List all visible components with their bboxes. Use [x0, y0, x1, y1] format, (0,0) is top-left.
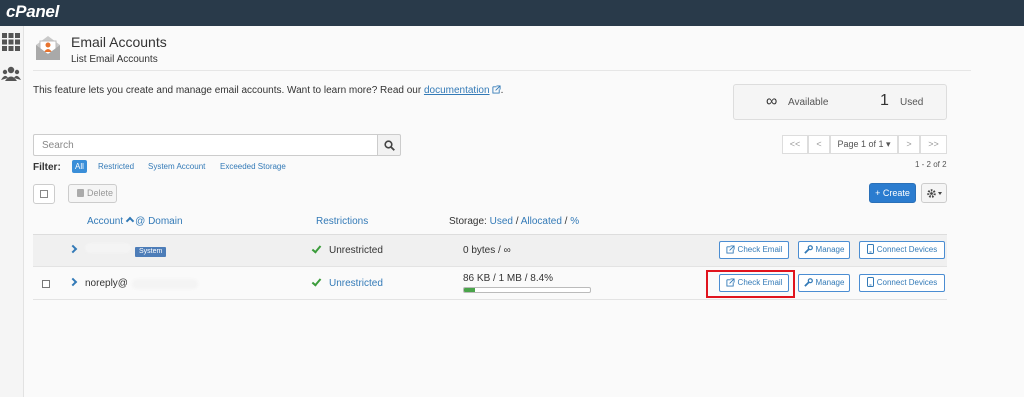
- storage-progress-bar: [463, 287, 591, 293]
- mobile-icon: [866, 244, 874, 254]
- connect-devices-button[interactable]: Connect Devices: [859, 274, 945, 292]
- domain-header-label: @ Domain: [135, 216, 183, 227]
- account-column-header[interactable]: Account @ Domain: [87, 216, 183, 227]
- trash-icon: [77, 189, 84, 197]
- search-button[interactable]: [377, 134, 401, 156]
- results-count: 1 - 2 of 2: [915, 160, 947, 169]
- expand-row-icon[interactable]: [68, 277, 78, 287]
- storage-usage: 86 KB / 1 MB / 8.4%: [463, 273, 554, 284]
- manage-label: Manage: [815, 245, 845, 254]
- cpanel-logo[interactable]: cPanel: [6, 2, 59, 22]
- select-all-checkbox[interactable]: [33, 184, 55, 204]
- first-page-button[interactable]: <<: [782, 135, 808, 154]
- connect-devices-label: Connect Devices: [876, 245, 938, 254]
- prev-page-button[interactable]: <: [808, 135, 830, 154]
- account-header-label: Account: [87, 216, 124, 227]
- last-page-button[interactable]: >>: [920, 135, 947, 154]
- unrestricted-check-icon: [311, 243, 322, 254]
- connect-devices-button[interactable]: Connect Devices: [859, 241, 945, 259]
- grid-icon[interactable]: [1, 32, 21, 52]
- delete-label: Delete: [87, 188, 114, 198]
- storage-header-label: Storage:: [449, 216, 487, 227]
- intro-suffix: .: [500, 85, 504, 96]
- mobile-icon: [866, 277, 874, 287]
- used-label: Used: [900, 97, 924, 108]
- account-name: noreply@: [85, 278, 128, 289]
- page-title: Email Accounts: [71, 34, 167, 50]
- sort-ascending-icon: [125, 216, 135, 226]
- sort-used-link[interactable]: Used: [490, 216, 513, 227]
- search-input[interactable]: [33, 134, 378, 156]
- restrictions-column-header[interactable]: Restrictions: [316, 216, 368, 227]
- available-label: Available: [788, 97, 829, 108]
- documentation-link[interactable]: documentation: [424, 85, 490, 96]
- restriction-status[interactable]: Unrestricted: [329, 278, 383, 289]
- sidebar: [0, 26, 24, 397]
- email-accounts-icon: [36, 36, 60, 60]
- main-content: Email Accounts List Email Accounts This …: [25, 26, 1024, 397]
- checkbox-box: [40, 190, 48, 198]
- sort-allocated-link[interactable]: Allocated: [521, 216, 562, 227]
- highlight-box: [706, 270, 795, 298]
- filter-restricted[interactable]: Restricted: [98, 162, 134, 171]
- filter-exceeded-storage[interactable]: Exceeded Storage: [220, 162, 286, 171]
- page-select[interactable]: Page 1 of 1 ▾: [830, 135, 898, 154]
- connect-devices-label: Connect Devices: [876, 278, 938, 287]
- header-separator: /: [515, 216, 519, 227]
- manage-button[interactable]: Manage: [798, 241, 850, 259]
- wrench-icon: [803, 278, 813, 287]
- manage-button[interactable]: Manage: [798, 274, 850, 292]
- top-bar: cPanel: [0, 0, 1024, 26]
- delete-button[interactable]: Delete: [68, 184, 117, 203]
- storage-usage: 0 bytes / ∞: [463, 245, 511, 256]
- redacted-account: [85, 243, 131, 253]
- available-count: ∞: [766, 93, 778, 110]
- create-button[interactable]: + Create: [869, 183, 916, 203]
- settings-dropdown[interactable]: [921, 183, 947, 203]
- gear-icon: [927, 189, 942, 198]
- expand-row-icon[interactable]: [68, 244, 78, 254]
- table-header: Account @ Domain Restrictions Storage: Us…: [33, 209, 947, 235]
- intro-text: This feature lets you create and manage …: [33, 85, 503, 96]
- storage-progress-fill: [464, 288, 475, 292]
- header-separator: /: [564, 216, 568, 227]
- external-link-icon: [492, 85, 501, 94]
- account-stats-panel: ∞ Available 1 Used: [733, 84, 947, 120]
- restriction-status: Unrestricted: [329, 245, 383, 256]
- page-subtitle: List Email Accounts: [71, 54, 158, 65]
- check-email-label: Check Email: [737, 245, 783, 254]
- filter-system-account[interactable]: System Account: [148, 162, 205, 171]
- external-link-icon: [725, 245, 735, 254]
- sort-percent-link[interactable]: %: [570, 216, 579, 227]
- filter-all[interactable]: All: [72, 160, 87, 173]
- divider: [33, 70, 971, 71]
- table-row: noreply@ Unrestricted 86 KB / 1 MB / 8.4…: [33, 268, 947, 300]
- intro-sentence: This feature lets you create and manage …: [33, 85, 424, 96]
- filter-label: Filter:: [33, 162, 61, 173]
- table-row: System Unrestricted 0 bytes / ∞ Check Em…: [33, 235, 947, 267]
- system-badge: System: [135, 247, 167, 257]
- users-icon[interactable]: [1, 64, 21, 84]
- wrench-icon: [803, 245, 813, 254]
- redacted-domain: [132, 279, 198, 289]
- next-page-button[interactable]: >: [898, 135, 920, 154]
- manage-label: Manage: [815, 278, 845, 287]
- row-checkbox[interactable]: [42, 280, 50, 288]
- check-email-button[interactable]: Check Email: [719, 241, 789, 259]
- used-count: 1: [880, 92, 889, 109]
- unrestricted-check-icon: [311, 276, 322, 287]
- storage-column-header: Storage: Used / Allocated / %: [449, 216, 579, 227]
- search-icon: [384, 140, 395, 151]
